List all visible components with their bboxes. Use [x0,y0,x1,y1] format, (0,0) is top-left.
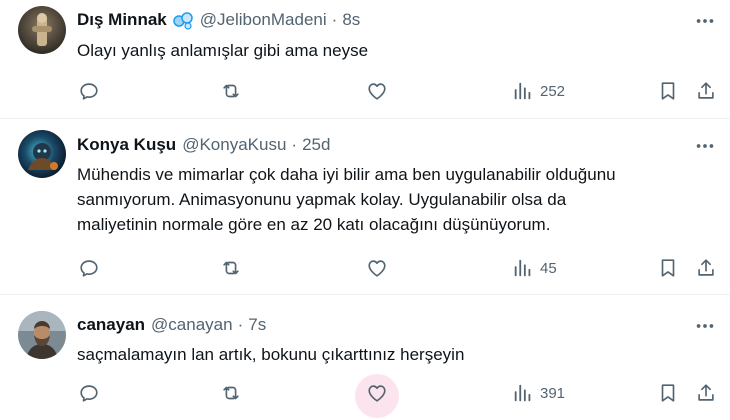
tweet-text: Mühendis ve mimarlar çok daha iyi bilir … [77,162,677,237]
tweet-text: Olayı yanlış anlamışlar gibi ama neyse [77,38,677,63]
retweet-icon [223,386,239,400]
user-handle[interactable]: @canayan [151,315,233,335]
share-button[interactable] [695,75,717,107]
heart-icon [368,385,386,402]
reply-button[interactable] [78,75,100,107]
tweet-2[interactable]: Konya Kuşu @KonyaKusu · 25d Mühendis ve … [0,119,730,294]
badge-icon [172,9,194,31]
display-name[interactable]: canayan [77,315,145,335]
bookmark-button[interactable] [657,377,679,409]
avatar[interactable] [18,311,66,359]
separator: · [237,315,244,334]
user-handle[interactable]: @JelibonMadeni [200,10,327,30]
reply-icon [80,260,98,277]
heart-icon [368,83,386,100]
user-handle[interactable]: @KonyaKusu [182,135,286,155]
timestamp[interactable]: 25d [302,135,330,155]
tweet-1[interactable]: Dış Minnak @JelibonMadeni · 8s Olayı yan… [0,0,730,118]
action-bar: 391 [0,374,730,418]
tweet-text-line: saçmalamayın lan artık, bokunu çıkarttın… [77,345,465,364]
retweet-icon [223,84,239,98]
timestamp[interactable]: 8s [342,10,360,30]
separator: · [331,10,338,29]
analytics-icon [514,259,531,277]
retweet-button[interactable] [220,377,242,409]
reply-button[interactable] [78,252,100,284]
reply-button[interactable] [78,377,100,409]
like-button[interactable] [366,252,388,284]
action-bar: 45 [0,252,730,284]
tweet-text-line: sanmıyorum. Animasyonunu yapmak kolay. U… [77,190,567,209]
analytics-icon [514,384,531,402]
more-icon[interactable] [692,315,718,337]
views-button[interactable]: 252 [512,75,565,107]
retweet-icon [223,261,239,275]
more-icon[interactable] [692,135,718,157]
tweet-text-line: maliyetinin normale göre en az 20 katı o… [77,215,551,234]
bookmark-icon [661,384,675,402]
share-icon [698,82,714,99]
like-button[interactable] [366,377,388,409]
like-button[interactable] [366,75,388,107]
views-button[interactable]: 391 [512,377,565,409]
share-button[interactable] [695,377,717,409]
bookmark-button[interactable] [657,75,679,107]
tweet-text-line: Mühendis ve mimarlar çok daha iyi bilir … [77,165,616,184]
avatar[interactable] [18,6,66,54]
tweet-text-line: Olayı yanlış anlamışlar gibi ama neyse [77,41,369,60]
share-icon [698,259,714,276]
action-bar: 252 [0,75,730,107]
share-button[interactable] [695,252,717,284]
view-count: 252 [540,82,566,100]
bookmark-icon [661,82,675,100]
more-icon[interactable] [692,10,718,32]
reply-icon [80,83,98,100]
heart-icon [368,260,386,277]
view-count: 45 [540,259,557,277]
view-count: 391 [540,384,566,402]
retweet-button[interactable] [220,252,242,284]
display-name[interactable]: Konya Kuşu [77,135,176,155]
retweet-button[interactable] [220,75,242,107]
tweet-3[interactable]: canayan @canayan · 7s saçmalamayın lan a… [0,295,730,420]
reply-icon [80,385,98,402]
timestamp[interactable]: 7s [248,315,266,335]
avatar[interactable] [18,130,66,178]
tweet-text: saçmalamayın lan artık, bokunu çıkarttın… [77,342,677,367]
share-icon [698,384,714,401]
views-button[interactable]: 45 [512,252,557,284]
separator: · [291,135,298,154]
display-name[interactable]: Dış Minnak [77,10,167,30]
bookmark-icon [661,259,675,277]
bookmark-button[interactable] [657,252,679,284]
analytics-icon [514,82,531,100]
